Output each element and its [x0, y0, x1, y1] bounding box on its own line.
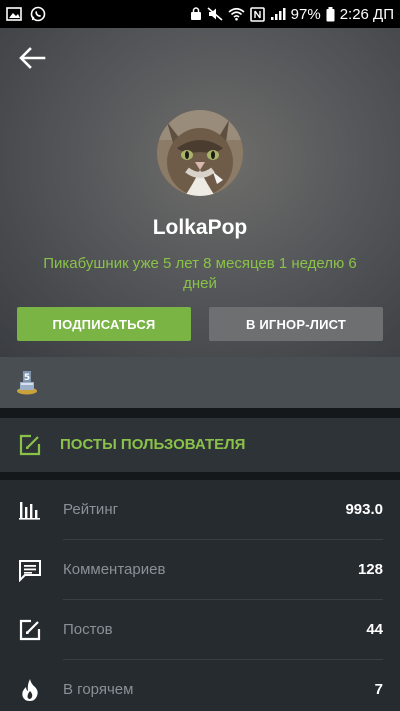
svg-text:5: 5 [24, 373, 30, 383]
section-gap [0, 472, 400, 480]
stat-label: Комментариев [63, 561, 166, 578]
wifi-icon [228, 7, 245, 21]
user-stats: Рейтинг 993.0 Комментариев 128 Постов 44… [0, 480, 400, 711]
clock: 2:26 ДП [339, 5, 394, 23]
five-years-award-icon[interactable]: 5 [16, 369, 38, 395]
membership-duration: Пикабушник уже 5 лет 8 месяцев 1 неделю … [43, 255, 357, 292]
whatsapp-notification-icon [30, 6, 46, 22]
subscribe-button[interactable]: ПОДПИСАТЬСЯ [17, 307, 191, 341]
awards-row: 5 [0, 357, 400, 408]
lock-status-icon [190, 7, 202, 21]
stat-row-posts: Постов 44 [0, 600, 400, 660]
ignore-list-button[interactable]: В ИГНОР-ЛИСТ [209, 307, 383, 341]
stat-value: 993.0 [345, 501, 383, 518]
back-button[interactable] [18, 46, 46, 70]
post-edit-icon [18, 618, 42, 642]
stat-value: 44 [366, 621, 383, 638]
user-posts-link[interactable]: ПОСТЫ ПОЛЬЗОВАТЕЛЯ [0, 418, 400, 472]
stat-label: Рейтинг [63, 501, 119, 518]
stat-label: Постов [63, 621, 113, 638]
avatar[interactable] [157, 110, 243, 196]
username: LolkaPop [152, 216, 248, 239]
rating-chart-icon [18, 498, 42, 522]
cat-avatar-image [157, 110, 243, 196]
arrow-left-icon [19, 47, 46, 69]
stat-label: В горячем [63, 681, 134, 698]
profile-header: LolkaPop Пикабушник уже 5 лет 8 месяцев … [0, 28, 400, 357]
stat-value: 7 [374, 681, 383, 698]
gallery-notification-icon [6, 7, 22, 21]
stat-row-hot: В горячем 7 [0, 660, 400, 711]
signal-icon [270, 7, 286, 21]
stat-value: 128 [357, 561, 383, 578]
flame-icon [18, 678, 42, 702]
mute-icon [207, 7, 223, 21]
stat-row-comments: Комментариев 128 [0, 540, 400, 600]
status-bar: 97% 2:26 ДП [0, 0, 400, 28]
edit-square-icon [18, 433, 42, 457]
nfc-icon [249, 6, 265, 22]
stat-row-rating: Рейтинг 993.0 [0, 480, 400, 540]
battery-percent: 97% [290, 5, 321, 23]
user-posts-label: ПОСТЫ ПОЛЬЗОВАТЕЛЯ [60, 436, 246, 453]
section-divider [0, 408, 400, 418]
battery-icon [326, 6, 335, 22]
comment-icon [18, 558, 42, 583]
